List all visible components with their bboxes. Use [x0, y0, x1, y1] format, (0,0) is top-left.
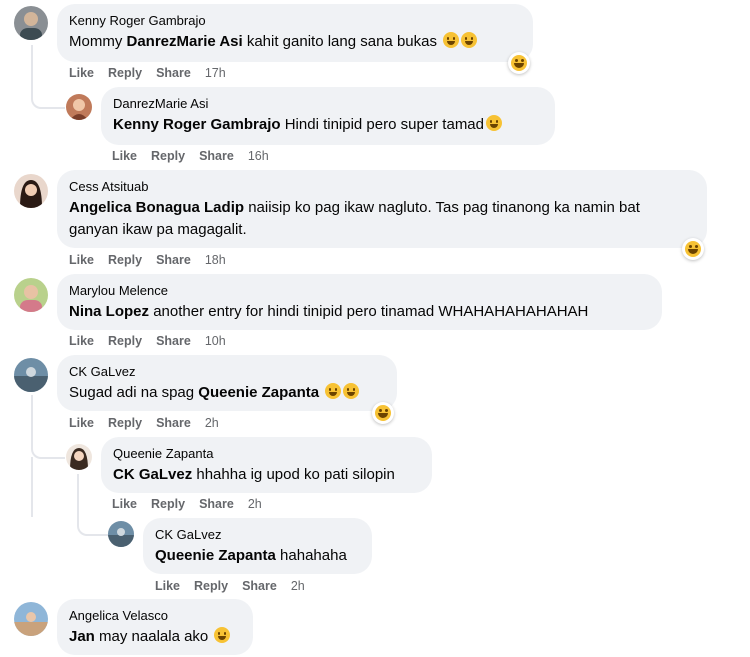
thread-line: [31, 457, 33, 517]
avatar[interactable]: [14, 358, 48, 392]
share-button[interactable]: Share: [156, 334, 191, 348]
avatar[interactable]: [108, 521, 134, 547]
reply-button[interactable]: Reply: [108, 416, 142, 430]
comment-text: CK GaLvez hhahha ig upod ko pati silopin: [113, 466, 395, 483]
comment-actions: Like Reply Share 10h: [69, 334, 240, 348]
avatar[interactable]: [66, 94, 92, 120]
comment-actions: Like Reply Share 2h: [155, 579, 319, 593]
avatar[interactable]: [14, 6, 48, 40]
avatar[interactable]: [14, 174, 48, 208]
share-button[interactable]: Share: [242, 579, 277, 593]
share-button[interactable]: Share: [156, 416, 191, 430]
comment-text: Nina Lopez another entry for hindi tinip…: [69, 303, 589, 320]
comment-bubble: Angelica Velasco Jan may naalala ako: [57, 599, 253, 655]
comment-bubble: Cess Atsituab Angelica Bonagua Ladip nai…: [57, 170, 707, 248]
smile-emoji-icon: [443, 32, 460, 48]
grin-emoji-icon: [325, 383, 342, 399]
comment-actions: Like Reply Share 18h: [69, 253, 240, 267]
grin-emoji-icon: [343, 383, 360, 399]
mention[interactable]: Kenny Roger Gambrajo: [113, 116, 281, 133]
share-button[interactable]: Share: [199, 149, 234, 163]
comment-author[interactable]: CK GaLvez: [155, 526, 360, 543]
like-button[interactable]: Like: [69, 334, 94, 348]
comment-author[interactable]: Cess Atsituab: [69, 178, 695, 195]
timestamp[interactable]: 2h: [248, 497, 262, 511]
mention[interactable]: Queenie Zapanta: [198, 384, 319, 401]
reply-button[interactable]: Reply: [194, 579, 228, 593]
timestamp[interactable]: 10h: [205, 334, 226, 348]
avatar[interactable]: [14, 602, 48, 636]
mention[interactable]: CK GaLvez: [113, 466, 192, 483]
reply-button[interactable]: Reply: [108, 334, 142, 348]
mention[interactable]: Nina Lopez: [69, 303, 149, 320]
timestamp[interactable]: 2h: [205, 416, 219, 430]
like-button[interactable]: Like: [155, 579, 180, 593]
share-button[interactable]: Share: [156, 253, 191, 267]
share-button[interactable]: Share: [199, 497, 234, 511]
comment-actions: Like Reply Share 2h: [69, 416, 233, 430]
mention[interactable]: DanrezMarie Asi: [127, 33, 243, 50]
reply-button[interactable]: Reply: [108, 66, 142, 80]
haha-reaction-icon[interactable]: [682, 238, 704, 260]
mention[interactable]: Jan: [69, 628, 95, 645]
like-button[interactable]: Like: [112, 497, 137, 511]
comment-author[interactable]: DanrezMarie Asi: [113, 95, 543, 112]
comment-text: Angelica Bonagua Ladip naiisip ko pag ik…: [69, 199, 640, 238]
like-button[interactable]: Like: [69, 416, 94, 430]
like-button[interactable]: Like: [69, 253, 94, 267]
thread-line: [31, 395, 65, 459]
timestamp[interactable]: 18h: [205, 253, 226, 267]
like-button[interactable]: Like: [69, 66, 94, 80]
laugh-emoji-icon: [214, 627, 231, 643]
like-button[interactable]: Like: [112, 149, 137, 163]
haha-reaction-icon[interactable]: [372, 402, 394, 424]
comment-text: Mommy DanrezMarie Asi kahit ganito lang …: [69, 31, 521, 53]
reply-button[interactable]: Reply: [151, 149, 185, 163]
comment-actions: Like Reply Share 17h: [69, 66, 240, 80]
comment-bubble: Kenny Roger Gambrajo Mommy DanrezMarie A…: [57, 4, 533, 62]
haha-reaction-icon[interactable]: [508, 52, 530, 74]
comment-text: Kenny Roger Gambrajo Hindi tinipid pero …: [113, 114, 543, 136]
comment-author[interactable]: Queenie Zapanta: [113, 445, 420, 462]
comment-bubble: Queenie Zapanta CK GaLvez hhahha ig upod…: [101, 437, 432, 493]
tongue-emoji-icon: [461, 32, 478, 48]
comment-bubble: CK GaLvez Queenie Zapanta hahahaha: [143, 518, 372, 574]
comment-author[interactable]: Angelica Velasco: [69, 607, 241, 624]
share-button[interactable]: Share: [156, 66, 191, 80]
comment-actions: Like Reply Share 16h: [112, 149, 283, 163]
timestamp[interactable]: 16h: [248, 149, 269, 163]
comment-actions: Like Reply Share 2h: [112, 497, 276, 511]
comment-text: Queenie Zapanta hahahaha: [155, 547, 347, 564]
comment-author[interactable]: Kenny Roger Gambrajo: [69, 12, 521, 29]
reply-button[interactable]: Reply: [108, 253, 142, 267]
comment-author[interactable]: Marylou Melence: [69, 282, 650, 299]
mention[interactable]: Queenie Zapanta: [155, 547, 276, 564]
comment-text: Jan may naalala ako: [69, 626, 241, 648]
comment-author[interactable]: CK GaLvez: [69, 363, 385, 380]
comment-bubble: Marylou Melence Nina Lopez another entry…: [57, 274, 662, 330]
avatar[interactable]: [66, 444, 92, 470]
timestamp[interactable]: 2h: [291, 579, 305, 593]
avatar[interactable]: [14, 278, 48, 312]
rofl-emoji-icon: [486, 115, 502, 131]
mention[interactable]: Angelica Bonagua Ladip: [69, 199, 244, 216]
comment-bubble: CK GaLvez Sugad adi na spag Queenie Zapa…: [57, 355, 397, 411]
comment-text: Sugad adi na spag Queenie Zapanta: [69, 382, 385, 404]
timestamp[interactable]: 17h: [205, 66, 226, 80]
reply-button[interactable]: Reply: [151, 497, 185, 511]
comment-bubble: DanrezMarie Asi Kenny Roger Gambrajo Hin…: [101, 87, 555, 145]
